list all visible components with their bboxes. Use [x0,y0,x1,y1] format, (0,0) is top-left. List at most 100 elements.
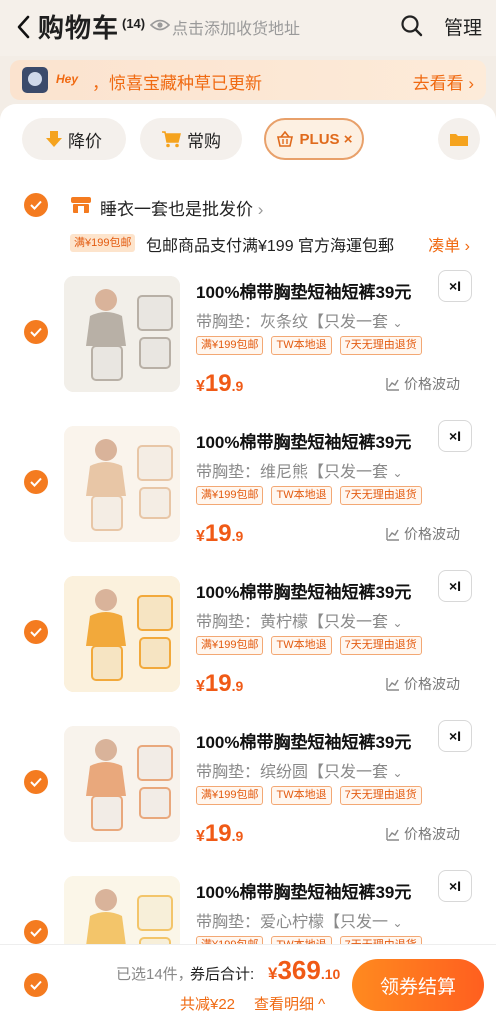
promo-tag: 满¥199包邮 [70,234,136,252]
product-image[interactable] [64,726,180,842]
chart-icon [386,678,399,691]
tag-local-return: TW本地退 [271,636,332,655]
promo-text: 包邮商品支付满¥199 官方海運包郵 [146,238,395,255]
check-icon [30,777,42,787]
product-photo [64,726,180,842]
cart-item[interactable]: 100%棉带胸垫短袖短裤39元 ×I 带胸垫：缤纷圆【只发一套 ⌄ 满¥199包… [0,710,496,860]
check-icon [30,927,42,937]
tag-free-shipping: 满¥199包邮 [196,786,264,805]
basket-icon [276,131,293,147]
discount-amount: 共减¥22 [180,996,236,1013]
product-image[interactable] [64,426,180,542]
tag-7day-return: 7天无理由退货 [339,786,422,805]
chart-icon [386,528,399,541]
item-checkbox[interactable] [24,470,48,494]
item-variant[interactable]: 带胸垫：灰条纹【只发一套 ⌄ [196,308,403,332]
item-tags: 满¥199包邮 TW本地退 7天无理由退货 [196,786,422,805]
item-variant[interactable]: 带胸垫：黄柠檬【只发一套 ⌄ [196,608,403,632]
filter-plus[interactable]: PLUS × [264,118,364,160]
total-label: 券后合计: [190,966,255,983]
banner-text: ，惊喜宝藏种草已更新 [92,74,262,93]
manage-button[interactable]: 管理 [444,13,482,40]
filter-price-drop-label: 降价 [68,131,102,151]
back-arrow-icon[interactable] [14,14,34,40]
add-items-link[interactable]: 凑单 › [428,232,470,256]
store-checkbox[interactable] [24,193,48,217]
item-variant[interactable]: 带胸垫：缤纷圆【只发一套 ⌄ [196,758,403,782]
page-title: 购物车 [38,13,120,43]
promo-banner[interactable]: Hey ，惊喜宝藏种草已更新 去看看 › [10,60,486,100]
check-icon [30,477,42,487]
item-variant[interactable]: 带胸垫：爱心柠檬【只发一 ⌄ [196,908,403,932]
product-image[interactable] [64,576,180,692]
item-checkbox[interactable] [24,920,48,944]
item-price: ¥19.9 [196,520,244,547]
address-link[interactable]: 点击添加收货地址 [172,15,300,39]
item-tags: 满¥199包邮 TW本地退 7天无理由退货 [196,486,422,505]
price-fluctuation-link[interactable]: 价格波动 [386,374,460,394]
search-icon[interactable] [400,14,424,38]
product-photo [64,276,180,392]
tag-7day-return: 7天无理由退货 [339,636,422,655]
item-title[interactable]: 100%棉带胸垫短袖短裤39元 [196,578,411,603]
price-fluctuation-link[interactable]: 价格波动 [386,824,460,844]
item-checkbox[interactable] [24,620,48,644]
store-name[interactable]: 睡衣一套也是批发价 › [100,195,263,220]
item-tags: 满¥199包邮 TW本地退 7天无理由退货 [196,636,422,655]
item-title[interactable]: 100%棉带胸垫短袖短裤39元 [196,878,411,903]
tag-free-shipping: 满¥199包邮 [196,336,264,355]
product-photo [64,576,180,692]
banner-go-button[interactable]: 去看看 › [413,69,474,94]
select-all-checkbox[interactable] [24,973,48,997]
item-price: ¥19.9 [196,370,244,397]
item-variant[interactable]: 带胸垫：维尼熊【只发一套 ⌄ [196,458,403,482]
store-icon [71,197,91,213]
arrow-down-icon [46,131,62,147]
cart-item[interactable]: 100%棉带胸垫短袖短裤39元 ×I 带胸垫：灰条纹【只发一套 ⌄ 满¥199包… [0,260,496,410]
checkout-bar: 已选14件， 券后合计: ¥369.10 共减¥22 查看明细 ^ 领券结算 [0,944,496,1024]
item-tags: 满¥199包邮 TW本地退 7天无理由退货 [196,336,422,355]
similar-button[interactable]: ×I [438,720,472,752]
item-title[interactable]: 100%棉带胸垫短袖短裤39元 [196,728,411,753]
tag-7day-return: 7天无理由退货 [339,486,422,505]
item-title[interactable]: 100%棉带胸垫短袖短裤39元 [196,428,411,453]
price-fluctuation-link[interactable]: 价格波动 [386,674,460,694]
filter-price-drop[interactable]: 降价 [22,118,126,160]
view-details-link[interactable]: 查看明细 ^ [254,993,325,1014]
check-icon [30,627,42,637]
banner-hey: Hey [56,72,79,86]
eye-icon [150,19,170,31]
tag-local-return: TW本地退 [271,486,332,505]
folder-button[interactable] [438,118,480,160]
filter-frequent[interactable]: 常购 [140,118,242,160]
check-icon [30,327,42,337]
item-title[interactable]: 100%棉带胸垫短袖短裤39元 [196,278,411,303]
similar-button[interactable]: ×I [438,420,472,452]
chart-icon [386,828,399,841]
cart-icon [162,131,181,148]
top-bar: 购物车 (14) 点击添加收货地址 管理 [0,0,496,56]
check-icon [30,200,42,210]
filter-plus-label: PLUS × [299,130,353,148]
price-fluctuation-link[interactable]: 价格波动 [386,524,460,544]
tag-local-return: TW本地退 [271,786,332,805]
tag-7day-return: 7天无理由退货 [339,336,422,355]
item-checkbox[interactable] [24,320,48,344]
cart-item[interactable]: 100%棉带胸垫短袖短裤39元 ×I 带胸垫：维尼熊【只发一套 ⌄ 满¥199包… [0,410,496,560]
item-checkbox[interactable] [24,770,48,794]
cart-count: (14) [122,16,146,31]
cart-item[interactable]: 100%棉带胸垫短袖短裤39元 ×I 带胸垫：黄柠檬【只发一套 ⌄ 满¥199包… [0,560,496,710]
similar-button[interactable]: ×I [438,270,472,302]
item-price: ¥19.9 [196,820,244,847]
similar-button[interactable]: ×I [438,870,472,902]
similar-button[interactable]: ×I [438,570,472,602]
product-photo [64,426,180,542]
tag-free-shipping: 满¥199包邮 [196,486,264,505]
tag-free-shipping: 满¥199包邮 [196,636,264,655]
checkout-button[interactable]: 领券结算 [352,959,484,1011]
tag-local-return: TW本地退 [271,336,332,355]
total-price: ¥369.10 [268,955,341,985]
selected-count: 已选14件， [116,966,193,983]
avatar [22,67,48,93]
product-image[interactable] [64,276,180,392]
